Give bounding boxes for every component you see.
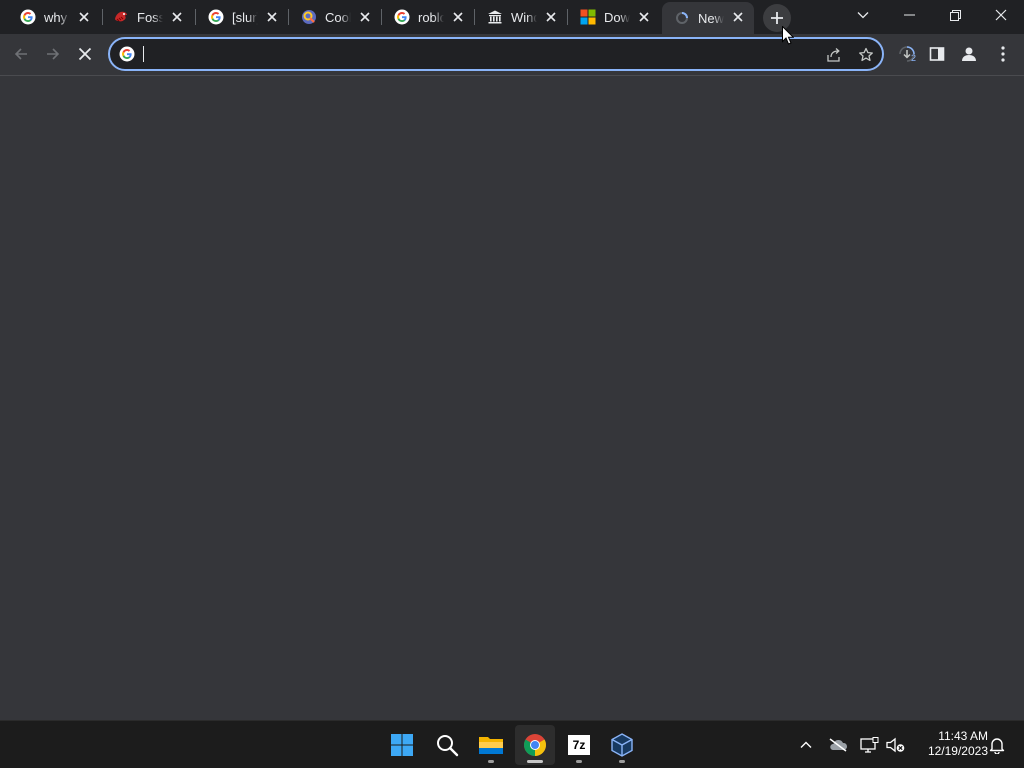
- close-icon[interactable]: [543, 9, 559, 25]
- downloads-badge: 2: [911, 53, 917, 63]
- close-icon[interactable]: [264, 9, 280, 25]
- museum-icon: [487, 9, 503, 25]
- microsoft-icon: [580, 9, 596, 25]
- clock-date: 12/19/2023: [927, 744, 988, 758]
- arrow-left-icon: [14, 48, 27, 60]
- running-indicator: [576, 760, 582, 763]
- side-panel-button[interactable]: [922, 39, 952, 69]
- google-icon: [394, 9, 410, 25]
- close-window-button[interactable]: [978, 0, 1024, 30]
- tab-title: Cool: [325, 9, 351, 25]
- tab-search-button[interactable]: [840, 0, 886, 30]
- page-content: [0, 77, 1024, 720]
- restore-icon: [949, 9, 961, 21]
- menu-button[interactable]: [988, 39, 1018, 69]
- file-explorer-icon: [479, 737, 503, 754]
- tab-3[interactable]: [slur]: [196, 2, 288, 32]
- close-icon[interactable]: [450, 9, 466, 25]
- tab-1[interactable]: why u: [8, 2, 100, 32]
- restore-button[interactable]: [932, 0, 978, 30]
- tab-title: Dowr: [604, 9, 630, 25]
- close-icon[interactable]: [169, 9, 185, 25]
- running-indicator: [488, 760, 494, 763]
- start-button[interactable]: [382, 725, 422, 765]
- arrow-right-icon: [47, 48, 60, 60]
- 7zip-taskbar-button[interactable]: 7z: [559, 725, 599, 765]
- show-hidden-icons-button[interactable]: [794, 733, 818, 757]
- clock-time: 11:43 AM: [938, 729, 988, 743]
- tab-5[interactable]: roblo: [382, 2, 474, 32]
- close-icon[interactable]: [357, 9, 373, 25]
- tab-title: roblo: [418, 9, 444, 25]
- network-tray-button[interactable]: [857, 733, 881, 757]
- stop-loading-button[interactable]: [70, 39, 100, 69]
- loading-icon: [674, 10, 690, 26]
- file-explorer-button[interactable]: [471, 725, 511, 765]
- tab-title: Wind: [511, 9, 537, 25]
- downloads-button[interactable]: 2: [892, 39, 922, 69]
- tab-4[interactable]: Cool: [289, 2, 381, 32]
- tab-6[interactable]: Wind: [475, 2, 567, 32]
- avatar-icon: [962, 47, 976, 61]
- chevron-down-icon: [857, 12, 869, 19]
- google-icon: [208, 9, 224, 25]
- virtualbox-icon: [611, 733, 633, 757]
- tab-8-active[interactable]: New: [662, 2, 754, 34]
- close-icon[interactable]: [76, 9, 92, 25]
- bell-icon: [989, 738, 1005, 754]
- browser-toolbar: 2: [0, 34, 1024, 76]
- search-icon: [437, 735, 459, 757]
- chrome-taskbar-button[interactable]: [515, 725, 555, 765]
- notifications-button[interactable]: [985, 733, 1009, 757]
- tab-2[interactable]: Fosso: [101, 2, 193, 32]
- system-clock[interactable]: 11:43 AM 12/19/2023: [912, 729, 988, 759]
- taskbar-search-button[interactable]: [427, 725, 467, 765]
- search-engine-icon: [301, 9, 317, 25]
- cloud-off-icon: [829, 738, 848, 752]
- minimize-button[interactable]: [886, 0, 932, 30]
- close-icon: [995, 9, 1007, 21]
- virtualbox-taskbar-button[interactable]: [602, 725, 642, 765]
- chrome-icon: [524, 734, 546, 756]
- windows-start-icon: [391, 734, 413, 756]
- mouse-cursor: [782, 25, 795, 50]
- profile-button[interactable]: [954, 39, 984, 69]
- text-caret: [143, 46, 144, 62]
- star-icon[interactable]: [855, 44, 877, 66]
- onedrive-tray-button[interactable]: [826, 733, 850, 757]
- close-icon[interactable]: [730, 9, 746, 25]
- tab-strip: why u Fosso [slur] Cool: [0, 0, 1024, 34]
- google-icon: [20, 9, 36, 25]
- close-icon[interactable]: [636, 9, 652, 25]
- minimize-icon: [903, 14, 915, 16]
- volume-muted-icon: [886, 737, 905, 753]
- tab-title: [slur]: [232, 9, 258, 25]
- plus-icon: [771, 12, 783, 24]
- ethernet-monitor-icon: [860, 737, 879, 753]
- running-indicator: [527, 760, 543, 763]
- side-panel-icon: [929, 47, 945, 61]
- tab-title: New: [698, 10, 724, 26]
- chevron-up-icon: [800, 741, 812, 748]
- running-indicator: [619, 760, 625, 763]
- tab-title: why u: [44, 9, 70, 25]
- 7zip-icon: 7z: [568, 735, 590, 755]
- fossil-icon: [113, 9, 129, 25]
- forward-button[interactable]: [38, 39, 68, 69]
- share-icon[interactable]: [823, 44, 845, 66]
- browser-window: why u Fosso [slur] Cool: [0, 0, 1024, 720]
- back-button[interactable]: [6, 39, 36, 69]
- google-icon: [119, 46, 135, 62]
- tab-7[interactable]: Dowr: [568, 2, 660, 32]
- kebab-menu-icon: [1001, 46, 1005, 62]
- tab-title: Fosso: [137, 9, 163, 25]
- taskbar: 7z 11:43 AM 12/19/2023: [0, 720, 1024, 768]
- close-icon: [78, 47, 92, 61]
- address-input[interactable]: [142, 43, 792, 65]
- volume-tray-button[interactable]: [884, 733, 908, 757]
- address-bar[interactable]: [108, 37, 884, 71]
